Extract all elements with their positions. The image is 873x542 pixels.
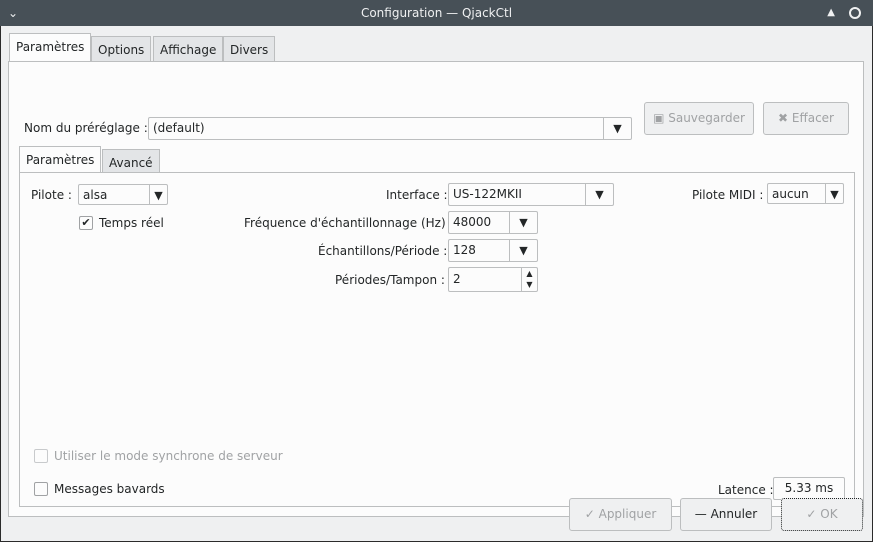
sync-mode-checkbox[interactable] — [34, 449, 48, 463]
window-title: Configuration — QjackCtl — [360, 6, 513, 20]
realtime-checkbox[interactable]: ✔ — [79, 216, 93, 230]
preset-value: (default) — [153, 121, 205, 135]
chevron-down-icon: ▼ — [509, 212, 537, 233]
periods-label: Périodes/Tampon : — [335, 273, 445, 287]
midi-driver-label: Pilote MIDI : — [692, 188, 764, 202]
subtab-parametres[interactable]: Paramètres — [19, 146, 102, 173]
tab-divers[interactable]: Divers — [223, 36, 276, 61]
close-icon[interactable] — [849, 7, 861, 19]
verbose-checkbox[interactable] — [34, 482, 48, 496]
midi-driver-value: aucun — [772, 187, 809, 201]
title-bar: ⌄ Configuration — QjackCtl ▲ — [0, 0, 873, 26]
cancel-button[interactable]: — Annuler — [680, 498, 772, 531]
interface-combo[interactable]: US-122MKII ▼ — [448, 183, 614, 206]
subtab-avance[interactable]: Avancé — [102, 149, 160, 173]
chevron-down-icon: ▼ — [825, 184, 843, 203]
spin-arrows-icon[interactable]: ▲ ▼ — [521, 268, 537, 291]
verbose-label: Messages bavards — [54, 482, 165, 496]
chevron-down-icon: ▼ — [585, 184, 613, 205]
frames-label: Échantillons/Période : — [318, 244, 448, 258]
save-icon: ▣ — [653, 111, 669, 125]
realtime-label: Temps réel — [99, 216, 164, 230]
frames-value: 128 — [453, 243, 476, 257]
ok-button[interactable]: ✓ OK — [781, 498, 863, 531]
interface-label: Interface : — [386, 188, 448, 202]
preset-combo[interactable]: (default) ▼ — [148, 117, 632, 140]
delete-icon: ✖ — [778, 111, 792, 125]
latency-value: 5.33 ms — [773, 477, 845, 500]
sample-rate-value: 48000 — [453, 215, 492, 229]
sample-rate-combo[interactable]: 48000 ▼ — [448, 211, 538, 234]
window-menu-icon[interactable]: ⌄ — [8, 0, 18, 26]
check-icon: ✓ — [806, 507, 821, 521]
cancel-label: Annuler — [710, 507, 758, 521]
driver-value: alsa — [83, 188, 108, 202]
main-panel: Nom du préréglage : (default) ▼ ▣ Sauvega… — [8, 61, 864, 517]
minus-icon: — — [694, 507, 711, 521]
save-button[interactable]: ▣ Sauvegarder — [644, 102, 754, 135]
delete-button[interactable]: ✖ Effacer — [763, 102, 849, 135]
driver-combo[interactable]: alsa ▼ — [78, 184, 168, 205]
tab-parametres[interactable]: Paramètres — [9, 33, 92, 62]
frames-combo[interactable]: 128 ▼ — [448, 239, 538, 262]
apply-button[interactable]: ✓ Appliquer — [569, 498, 672, 531]
interface-value: US-122MKII — [453, 187, 522, 201]
delete-label: Effacer — [791, 111, 834, 125]
chevron-down-icon: ▼ — [149, 185, 167, 204]
periods-spinbox[interactable]: 2 ▲ ▼ — [448, 267, 538, 292]
tab-affichage[interactable]: Affichage — [153, 36, 224, 61]
dialog: Paramètres Options Affichage Divers Nom … — [1, 26, 872, 541]
latency-label: Latence : — [718, 483, 774, 497]
periods-value: 2 — [453, 272, 461, 286]
preset-label: Nom du préréglage : — [24, 121, 148, 135]
chevron-down-icon: ▼ — [603, 118, 631, 139]
check-icon: ✓ — [584, 507, 599, 521]
sample-rate-label: Fréquence d'échantillonnage (Hz) : — [244, 216, 454, 230]
save-label: Sauvegarder — [668, 111, 745, 125]
tab-options[interactable]: Options — [91, 36, 152, 61]
settings-panel: Pilote : alsa ▼ ✔ Temps réel Interface : … — [19, 172, 855, 507]
midi-driver-combo[interactable]: aucun ▼ — [767, 183, 844, 204]
apply-label: Appliquer — [598, 507, 657, 521]
sync-mode-label: Utiliser le mode synchrone de serveur — [54, 449, 283, 463]
keep-above-icon[interactable]: ▲ — [827, 0, 835, 26]
ok-label: OK — [820, 507, 838, 521]
chevron-down-icon: ▼ — [509, 240, 537, 261]
driver-label: Pilote : — [31, 188, 72, 202]
